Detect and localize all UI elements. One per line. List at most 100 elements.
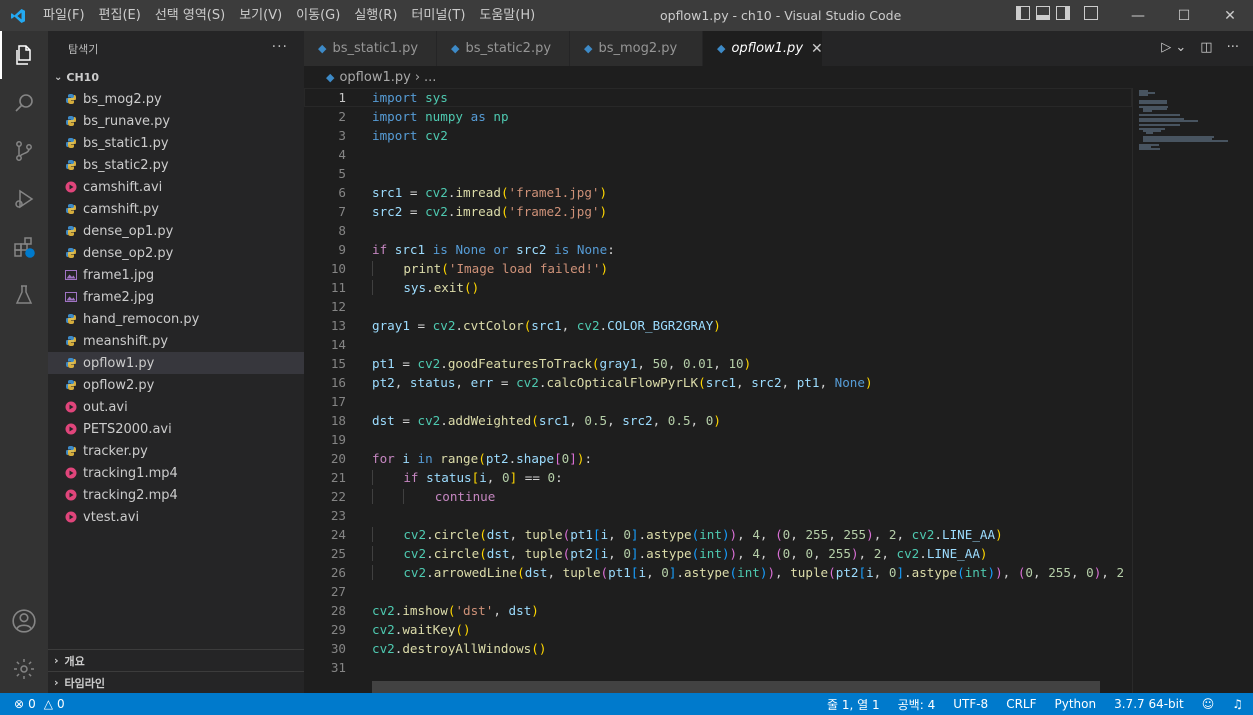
file-item[interactable]: bs_static1.py — [48, 132, 304, 154]
code-line[interactable]: 24 cv2.circle(dst, tuple(pt1[i, 0].astyp… — [304, 525, 1132, 544]
code-line[interactable]: 25 cv2.circle(dst, tuple(pt2[i, 0].astyp… — [304, 544, 1132, 563]
code-line[interactable]: 5 — [304, 164, 1132, 183]
menu-item[interactable]: 이동(G) — [289, 0, 347, 31]
code-line[interactable]: 23 — [304, 506, 1132, 525]
tab-bs_static1-py[interactable]: ◆ bs_static1.py — [304, 31, 437, 66]
menu-item[interactable]: 실행(R) — [347, 0, 404, 31]
code-line[interactable]: 15 pt1 = cv2.goodFeaturesToTrack(gray1, 5… — [304, 354, 1132, 373]
file-item[interactable]: PETS2000.avi — [48, 418, 304, 440]
file-item[interactable]: tracking2.mp4 — [48, 484, 304, 506]
code-line[interactable]: 19 — [304, 430, 1132, 449]
more-actions-icon[interactable]: ··· — [272, 39, 288, 55]
code-line[interactable]: 21 if status[i, 0] == 0: — [304, 468, 1132, 487]
file-item[interactable]: frame1.jpg — [48, 264, 304, 286]
menu-item[interactable]: 파일(F) — [36, 0, 92, 31]
code-line[interactable]: 1 import sys — [304, 88, 1132, 107]
settings-gear-icon[interactable] — [0, 645, 48, 693]
search-icon[interactable] — [0, 79, 48, 127]
file-item[interactable]: out.avi — [48, 396, 304, 418]
breadcrumb-symbol[interactable]: ... — [424, 70, 436, 85]
code-line[interactable]: 20 for i in range(pt2.shape[0]): — [304, 449, 1132, 468]
code-line[interactable]: 16 pt2, status, err = cv2.calcOpticalFlow… — [304, 373, 1132, 392]
menu-item[interactable]: 보기(V) — [232, 0, 289, 31]
file-item[interactable]: tracker.py — [48, 440, 304, 462]
split-editor-icon[interactable]: ◫ — [1200, 40, 1212, 55]
file-item[interactable]: dense_op2.py — [48, 242, 304, 264]
code-line[interactable]: 2 import numpy as np — [304, 107, 1132, 126]
toggle-secondary-sidebar-icon[interactable] — [1056, 6, 1070, 20]
maximize-button[interactable]: ☐ — [1161, 0, 1207, 31]
code-line[interactable]: 6 src1 = cv2.imread('frame1.jpg') — [304, 183, 1132, 202]
extensions-icon[interactable] — [0, 223, 48, 271]
horizontal-scrollbar[interactable] — [372, 681, 1100, 693]
code-line[interactable]: 18 dst = cv2.addWeighted(src1, 0.5, src2,… — [304, 411, 1132, 430]
menu-item[interactable]: 도움말(H) — [472, 0, 542, 31]
file-item[interactable]: bs_static2.py — [48, 154, 304, 176]
more-icon[interactable]: ··· — [1227, 40, 1239, 55]
file-item[interactable]: frame2.jpg — [48, 286, 304, 308]
code-line[interactable]: 27 — [304, 582, 1132, 601]
customize-layout-icon[interactable] — [1084, 6, 1098, 20]
code-line[interactable]: 4 — [304, 145, 1132, 164]
code-line[interactable]: 29 cv2.waitKey() — [304, 620, 1132, 639]
folder-ch10[interactable]: ⌄ CH10 — [48, 66, 304, 88]
account-icon[interactable] — [0, 597, 48, 645]
close-window-button[interactable]: ✕ — [1207, 0, 1253, 31]
code-line[interactable]: 3 import cv2 — [304, 126, 1132, 145]
language-mode[interactable]: Python — [1055, 697, 1097, 711]
toggle-sidebar-icon[interactable] — [1016, 6, 1030, 20]
menu-item[interactable]: 선택 영역(S) — [148, 0, 232, 31]
menu-item[interactable]: 터미널(T) — [404, 0, 472, 31]
file-item[interactable]: camshift.avi — [48, 176, 304, 198]
run-file-icon[interactable]: ▷ ⌄ — [1161, 40, 1186, 55]
code-line[interactable]: 7 src2 = cv2.imread('frame2.jpg') — [304, 202, 1132, 221]
code-line[interactable]: 11 sys.exit() — [304, 278, 1132, 297]
code-line[interactable]: 30 cv2.destroyAllWindows() — [304, 639, 1132, 658]
tab-opflow1-py[interactable]: ◆ opflow1.py ✕ — [703, 31, 823, 66]
problems-indicator[interactable]: ⊗ 0 △ 0 — [14, 693, 65, 715]
toggle-panel-icon[interactable] — [1036, 6, 1050, 20]
testing-icon[interactable] — [0, 271, 48, 319]
file-item[interactable]: opflow2.py — [48, 374, 304, 396]
file-item[interactable]: vtest.avi — [48, 506, 304, 528]
file-item[interactable]: bs_mog2.py — [48, 88, 304, 110]
indentation[interactable]: 공백: 4 — [898, 696, 936, 713]
code-line[interactable]: 13 gray1 = cv2.cvtColor(src1, cv2.COLOR_B… — [304, 316, 1132, 335]
code-editor[interactable]: 31 30 cv2.destroyAllWindows() 29 cv2.waitKey… — [304, 88, 1132, 693]
timeline-section[interactable]: › 타임라인 — [48, 671, 304, 693]
source-control-icon[interactable] — [0, 127, 48, 175]
file-item[interactable]: opflow1.py — [48, 352, 304, 374]
close-tab-icon[interactable]: ✕ — [811, 41, 823, 57]
file-item[interactable]: dense_op1.py — [48, 220, 304, 242]
file-item[interactable]: bs_runave.py — [48, 110, 304, 132]
file-item[interactable]: meanshift.py — [48, 330, 304, 352]
explorer-icon[interactable] — [0, 31, 48, 79]
notifications-icon[interactable]: ♫ — [1232, 697, 1243, 711]
code-line[interactable]: 10 print('Image load failed!') — [304, 259, 1132, 278]
minimap[interactable] — [1132, 88, 1253, 693]
breadcrumb-file[interactable]: opflow1.py — [339, 70, 410, 85]
code-line[interactable]: 17 — [304, 392, 1132, 411]
code-line[interactable]: 31 — [304, 658, 1132, 677]
file-item[interactable]: tracking1.mp4 — [48, 462, 304, 484]
code-line[interactable]: 9 if src1 is None or src2 is None: — [304, 240, 1132, 259]
outline-section[interactable]: › 개요 — [48, 649, 304, 671]
code-line[interactable]: 8 — [304, 221, 1132, 240]
code-line[interactable]: 22 continue — [304, 487, 1132, 506]
code-line[interactable]: 12 — [304, 297, 1132, 316]
tab-bs_static2-py[interactable]: ◆ bs_static2.py — [437, 31, 570, 66]
code-line[interactable]: 26 cv2.arrowedLine(dst, tuple(pt1[i, 0].… — [304, 563, 1132, 582]
file-item[interactable]: camshift.py — [48, 198, 304, 220]
minimize-button[interactable]: — — [1115, 0, 1161, 31]
python-interpreter[interactable]: 3.7.7 64-bit — [1114, 697, 1184, 711]
menu-item[interactable]: 편집(E) — [92, 0, 148, 31]
feedback-icon[interactable]: ☺ — [1202, 697, 1215, 711]
cursor-position[interactable]: 줄 1, 열 1 — [827, 696, 880, 713]
run-debug-icon[interactable] — [0, 175, 48, 223]
tab-bs_mog2-py[interactable]: ◆ bs_mog2.py — [570, 31, 703, 66]
code-line[interactable]: 14 — [304, 335, 1132, 354]
end-of-line[interactable]: CRLF — [1006, 697, 1036, 711]
encoding[interactable]: UTF-8 — [953, 697, 988, 711]
file-item[interactable]: hand_remocon.py — [48, 308, 304, 330]
code-line[interactable]: 28 cv2.imshow('dst', dst) — [304, 601, 1132, 620]
